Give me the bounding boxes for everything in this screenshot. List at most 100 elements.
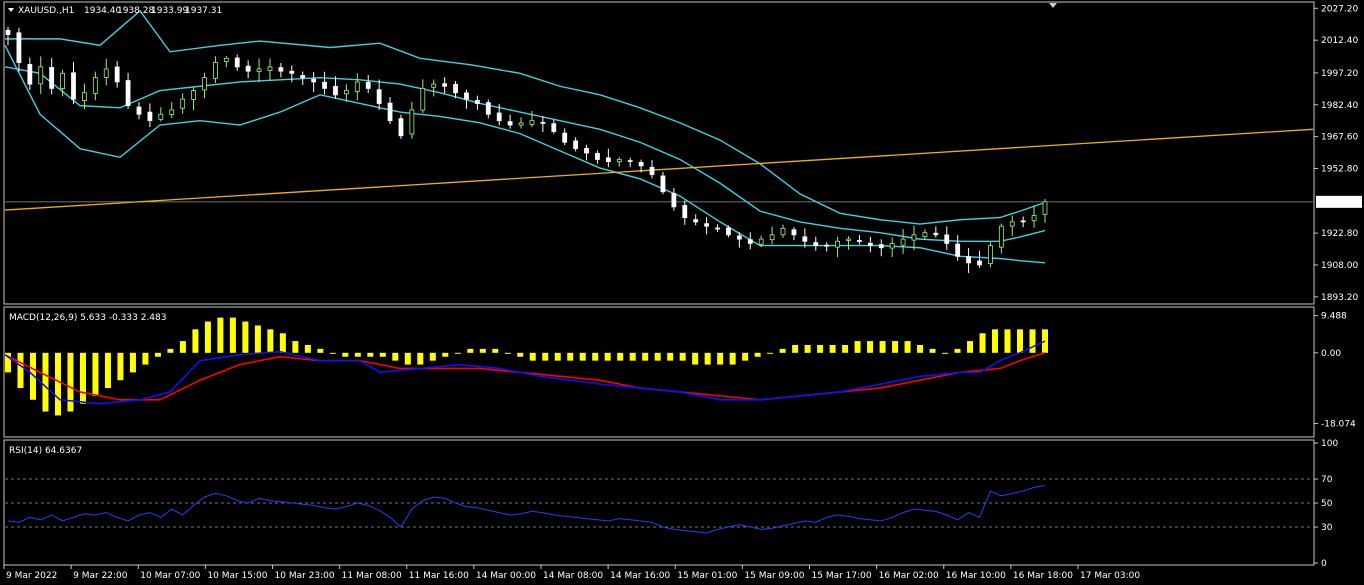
candle-body xyxy=(878,244,884,249)
macd-histogram-bar xyxy=(904,341,911,353)
macd-histogram-bar xyxy=(717,352,724,365)
macd-histogram-bar xyxy=(692,352,699,365)
rsi-line xyxy=(7,484,1046,534)
macd-histogram-bar xyxy=(217,317,224,353)
candle-body xyxy=(158,113,164,120)
macd-histogram-bar xyxy=(117,352,124,381)
candle-body xyxy=(671,193,677,208)
macd-histogram-bar xyxy=(1029,329,1036,353)
candle-body xyxy=(1042,201,1048,215)
macd-histogram-bar xyxy=(367,352,374,357)
candle-body xyxy=(125,80,131,107)
macd-header: MACD(12,26,9) 5.633 -0.333 2.483 xyxy=(9,313,166,323)
macd-histogram-bar xyxy=(467,348,474,353)
bollinger-lower-band xyxy=(4,45,1046,264)
candle-body xyxy=(398,118,404,137)
macd-histogram-bar xyxy=(917,345,924,353)
candle-body xyxy=(1009,221,1015,227)
macd-histogram-bar xyxy=(154,352,161,357)
candle-body xyxy=(693,219,699,223)
macd-histogram-bar xyxy=(779,348,786,353)
candle-body xyxy=(333,85,338,96)
macd-histogram-bar xyxy=(142,352,149,365)
time-tick-label: 14 Mar 00:00 xyxy=(476,571,536,581)
candle-body xyxy=(813,242,819,246)
macd-histogram-bar xyxy=(79,352,86,404)
price-panel[interactable] xyxy=(4,9,1314,274)
candle-body xyxy=(627,160,633,163)
candle-body xyxy=(464,92,469,100)
macd-histogram-bar xyxy=(354,352,361,357)
axes: 2027.20 2012.40 1997.20 1982.40 1967.60 1952.… xyxy=(3,4,1362,581)
candle-body xyxy=(857,240,862,242)
current-price-label: 1937.31 xyxy=(1321,198,1358,208)
macd-histogram-bar xyxy=(667,352,674,361)
candle-body xyxy=(638,162,644,167)
candle-body xyxy=(562,132,568,143)
macd-histogram-bar xyxy=(792,345,799,353)
macd-histogram-bar xyxy=(629,352,636,361)
time-tick-label: 10 Mar 23:00 xyxy=(275,571,335,581)
time-tick-label: 14 Mar 08:00 xyxy=(543,571,603,581)
rsi-tick-label: 0 xyxy=(1321,559,1327,569)
candle-body xyxy=(322,81,327,89)
time-tick-label: 9 Mar 2022 xyxy=(6,571,57,581)
macd-histogram-bar xyxy=(167,348,174,353)
rsi-tick-label: 30 xyxy=(1321,523,1333,533)
candle-body xyxy=(409,109,415,135)
time-tick-label: 11 Mar 08:00 xyxy=(342,571,402,581)
rsi-panel[interactable] xyxy=(5,478,1313,534)
macd-histogram-bar xyxy=(92,352,99,396)
time-tick-label: 17 Mar 03:00 xyxy=(1080,571,1140,581)
candle-body xyxy=(988,245,993,265)
time-tick-label: 10 Mar 15:00 xyxy=(207,571,267,581)
macd-histogram-bar xyxy=(104,352,111,389)
macd-histogram-bar xyxy=(954,348,961,353)
rsi-tick-label: 70 xyxy=(1321,475,1333,485)
candle-body xyxy=(998,225,1004,248)
candle-body xyxy=(704,223,710,227)
candle-body xyxy=(245,65,251,72)
macd-histogram-bar xyxy=(454,352,461,354)
macd-histogram-bar xyxy=(817,345,824,353)
macd-histogram-bar xyxy=(229,317,236,353)
macd-histogram-bar xyxy=(254,325,261,353)
macd-tick-label: 0.00 xyxy=(1321,349,1341,359)
candle-body xyxy=(867,242,873,246)
trading-chart[interactable]: 2027.20 2012.40 1997.20 1982.40 1967.60 1952.… xyxy=(0,0,1364,585)
candle-body xyxy=(234,57,240,68)
macd-histogram-bar xyxy=(504,352,511,354)
candle-body xyxy=(900,238,906,246)
price-tick-label: 1922.80 xyxy=(1321,229,1358,239)
price-tick-label: 1893.20 xyxy=(1321,293,1358,303)
candle-body xyxy=(212,62,218,79)
candle-body xyxy=(584,148,589,154)
macd-histogram-bar xyxy=(754,352,761,357)
candle-body xyxy=(933,232,939,236)
candle-body xyxy=(747,239,753,244)
candle-body xyxy=(540,121,546,124)
time-tick-label: 15 Mar 09:00 xyxy=(744,571,804,581)
trendline xyxy=(4,128,1314,211)
macd-histogram-bar xyxy=(267,329,274,353)
macd-histogram-bar xyxy=(567,352,574,361)
candle-body xyxy=(573,140,579,150)
macd-histogram-bar xyxy=(604,352,611,361)
macd-panel[interactable] xyxy=(4,317,1048,416)
candle-body xyxy=(169,109,175,115)
chart-shift-marker-icon[interactable] xyxy=(1049,3,1057,8)
macd-histogram-bar xyxy=(642,352,649,361)
macd-histogram-bar xyxy=(767,352,774,354)
bollinger-middle-band xyxy=(4,66,1046,242)
candle-body xyxy=(518,122,524,126)
macd-tick-label: -18.074 xyxy=(1321,420,1356,430)
time-tick-label: 11 Mar 16:00 xyxy=(409,571,469,581)
price-header: XAUUSD.,H1 1934.40 1938.28 1933.99 1937.… xyxy=(8,6,222,16)
macd-histogram-bar xyxy=(992,329,999,353)
macd-histogram-bar xyxy=(742,352,749,361)
candle-body xyxy=(846,238,851,241)
macd-histogram-bar xyxy=(54,352,61,416)
macd-histogram-bar xyxy=(879,341,886,353)
time-tick-label: 15 Mar 17:00 xyxy=(812,571,872,581)
time-tick-label: 16 Mar 18:00 xyxy=(1013,571,1073,581)
